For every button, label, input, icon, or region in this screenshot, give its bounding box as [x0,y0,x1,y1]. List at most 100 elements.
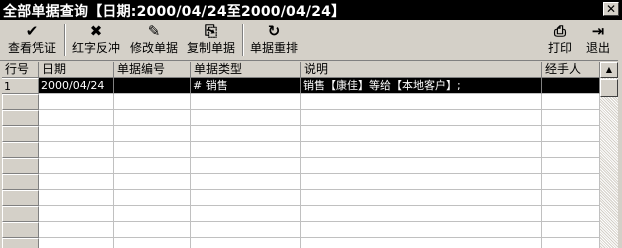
table-cell[interactable] [191,142,301,158]
table-cell-handler[interactable] [542,78,600,94]
vertical-scrollbar[interactable]: ▲ [600,62,618,248]
table-cell[interactable] [114,158,191,174]
red-reverse-button[interactable]: ✖ 红字反冲 [68,22,124,58]
table-cell[interactable] [542,222,600,238]
table-cell[interactable] [301,238,542,248]
documents-grid[interactable]: 行号 日期 单据编号 单据类型 说明 经手人 1 2000/04/24 # 销售… [2,62,600,248]
table-cell[interactable] [191,190,301,206]
table-cell[interactable] [301,126,542,142]
table-cell[interactable] [301,190,542,206]
table-cell-date[interactable]: 2000/04/24 [39,78,114,94]
table-cell[interactable] [542,142,600,158]
row-header[interactable] [2,110,39,126]
toolbar-separator [64,24,66,56]
table-cell[interactable] [39,158,114,174]
table-cell[interactable] [114,206,191,222]
table-cell-doc-no[interactable] [114,78,191,94]
refresh-icon: ↻ [267,22,281,40]
table-cell[interactable] [542,110,600,126]
row-header[interactable] [2,94,39,110]
table-cell[interactable] [301,174,542,190]
table-cell[interactable] [114,110,191,126]
close-button[interactable]: ✕ [603,2,619,16]
print-label: 打印 [547,41,572,55]
table-cell[interactable] [39,190,114,206]
table-cell[interactable] [301,142,542,158]
table-cell[interactable] [114,94,191,110]
table-cell[interactable] [191,94,301,110]
table-cell[interactable] [542,126,600,142]
copy-document-label: 复制单据 [186,41,235,55]
row-header[interactable] [2,158,39,174]
table-cell[interactable] [39,110,114,126]
table-cell[interactable] [114,238,191,248]
table-cell[interactable] [39,206,114,222]
exit-door-icon: ⇥ [591,22,605,40]
table-cell[interactable] [39,238,114,248]
table-cell[interactable] [191,174,301,190]
table-cell[interactable] [191,110,301,126]
column-header-doc-type[interactable]: 单据类型 [191,62,301,78]
table-cell[interactable] [39,142,114,158]
reorder-documents-button[interactable]: ↻ 单据重排 [246,22,302,58]
table-cell[interactable] [301,110,542,126]
row-header[interactable] [2,206,39,222]
table-cell[interactable] [114,142,191,158]
table-row-number[interactable]: 1 [2,78,39,94]
table-cell[interactable] [542,190,600,206]
close-icon: ✕ [605,2,617,16]
check-icon: ✔ [25,22,39,40]
table-cell[interactable] [301,206,542,222]
table-cell[interactable] [301,222,542,238]
table-cell[interactable] [542,174,600,190]
table-cell[interactable] [39,222,114,238]
view-voucher-button[interactable]: ✔ 查看凭证 [4,22,60,58]
row-header[interactable] [2,238,39,248]
scroll-up-button[interactable]: ▲ [600,62,618,78]
table-cell[interactable] [301,158,542,174]
table-cell[interactable] [114,174,191,190]
print-button[interactable]: ⎙ 打印 [544,22,576,58]
table-cell[interactable] [191,206,301,222]
table-cell[interactable] [542,238,600,248]
table-cell[interactable] [39,126,114,142]
table-cell[interactable] [191,238,301,248]
view-voucher-label: 查看凭证 [7,41,56,55]
table-cell[interactable] [114,222,191,238]
window-border [618,20,622,248]
table-cell[interactable] [191,126,301,142]
table-cell[interactable] [39,94,114,110]
scroll-thumb[interactable] [600,79,618,97]
table-cell-description[interactable]: 销售【康佳】等给【本地客户】; [301,78,542,94]
table-cell[interactable] [542,94,600,110]
table-cell[interactable] [191,222,301,238]
table-cell[interactable] [301,94,542,110]
column-header-row-no[interactable]: 行号 [2,62,39,78]
row-header[interactable] [2,190,39,206]
window-title: 全部单据查询【日期:2000/04/24至2000/04/24】 [3,4,346,20]
edit-document-icon: ✎ [147,22,161,40]
exit-button[interactable]: ⇥ 退出 [582,22,614,58]
row-header[interactable] [2,126,39,142]
copy-document-button[interactable]: ⎘ 复制单据 [183,22,239,58]
table-cell-doc-type[interactable]: # 销售 [191,78,301,94]
column-header-description[interactable]: 说明 [301,62,542,78]
row-header[interactable] [2,222,39,238]
table-cell[interactable] [542,158,600,174]
table-cell[interactable] [114,126,191,142]
table-cell[interactable] [542,206,600,222]
table-cell[interactable] [191,158,301,174]
edit-document-label: 修改单据 [129,41,178,55]
column-header-date[interactable]: 日期 [39,62,114,78]
column-header-handler[interactable]: 经手人 [542,62,600,78]
table-cell[interactable] [114,190,191,206]
row-header[interactable] [2,142,39,158]
table-cell[interactable] [39,174,114,190]
copy-document-icon: ⎘ [204,22,217,40]
x-icon: ✖ [89,22,103,40]
column-header-doc-no[interactable]: 单据编号 [114,62,191,78]
row-header[interactable] [2,174,39,190]
reorder-documents-label: 单据重排 [249,41,298,55]
toolbar: ✔ 查看凭证 ✖ 红字反冲 ✎ 修改单据 ⎘ 复制单据 ↻ 单据重排 ⎙ 打印 … [0,20,622,61]
edit-document-button[interactable]: ✎ 修改单据 [126,22,182,58]
